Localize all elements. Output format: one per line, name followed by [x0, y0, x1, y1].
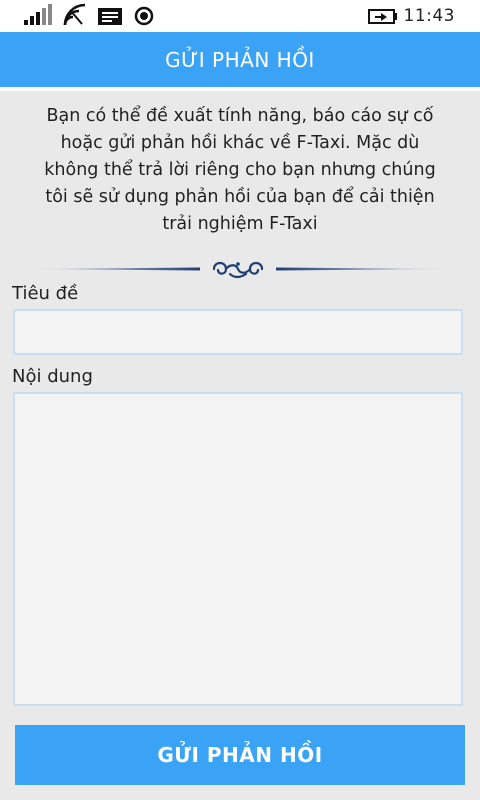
message-icon [98, 8, 122, 25]
ornament-divider-icon [30, 261, 450, 279]
intro-line: trải nghiệm F-Taxi [162, 214, 318, 234]
intro-line: không thể trả lời riêng cho bạn nhưng ch… [44, 160, 436, 180]
clock: 11:43 [403, 6, 455, 26]
header: GỬI PHẢN HỒI [0, 32, 480, 87]
status-bar: 11:43 [0, 0, 480, 32]
title-label: Tiêu đề [12, 283, 79, 304]
content-textarea[interactable] [13, 392, 463, 706]
location-icon [134, 6, 154, 26]
title-input[interactable] [13, 309, 463, 355]
wifi-icon [63, 3, 86, 26]
intro-text: Bạn có thể đề xuất tính năng, báo cáo sự… [20, 103, 460, 238]
page-title: GỬI PHẢN HỒI [165, 47, 315, 72]
signal-icon [24, 4, 52, 25]
submit-feedback-button[interactable]: GỬI PHẢN HỒI [15, 725, 465, 785]
battery-charging-icon [368, 9, 397, 24]
intro-line: hoặc gửi phản hồi khác về F-Taxi. Mặc dù [60, 133, 420, 153]
content-label: Nội dung [12, 366, 93, 387]
header-divider [0, 87, 480, 91]
intro-line: tôi sẽ sử dụng phản hồi của bạn để cải t… [45, 187, 435, 207]
intro-line: Bạn có thể đề xuất tính năng, báo cáo sự… [46, 106, 434, 126]
